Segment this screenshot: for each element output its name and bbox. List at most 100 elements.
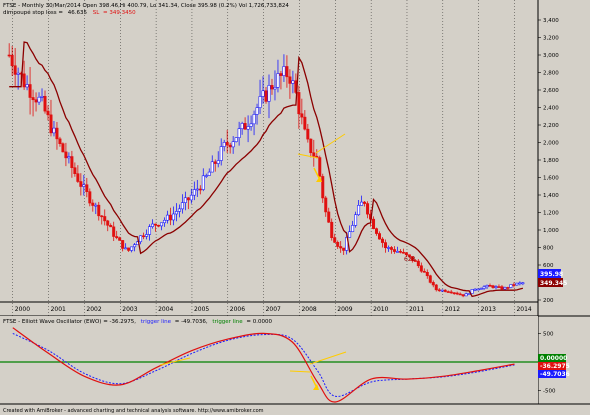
candle-body — [470, 289, 474, 294]
candle-body — [318, 157, 322, 177]
candle-body — [168, 214, 172, 221]
y-tick-label: 3,400 — [543, 18, 559, 24]
y-tick-label: 2,400 — [543, 106, 559, 112]
candle-body — [321, 176, 325, 199]
candle-body — [124, 247, 128, 250]
candle-body — [431, 282, 435, 286]
zero-tag-text: 0.00000 — [540, 355, 567, 362]
candle-body — [207, 171, 211, 176]
oscillator-panel[interactable] — [0, 316, 538, 404]
candle-body — [500, 286, 504, 290]
candle-body — [243, 123, 247, 130]
candle-body — [46, 110, 50, 116]
last-price-tag-text: 395.98 — [540, 271, 563, 278]
candle-body — [177, 208, 181, 212]
candle-body — [464, 293, 468, 297]
candle-body — [28, 84, 32, 98]
candle-body — [228, 144, 232, 148]
x-axis-labels: 2000 2001 2002 2003 2004 2005 2006 2007 2008 2009… — [15, 306, 532, 313]
candle-body — [276, 73, 280, 88]
candle-body — [165, 214, 169, 221]
candle-body — [378, 233, 382, 240]
fib-annotation-628: 628 — [404, 256, 416, 263]
candle-body — [375, 228, 379, 234]
oscillator-header: FTSE - Elliott Wave Oscillator (EWO) = -… — [3, 319, 272, 325]
candle-body — [401, 251, 405, 254]
candle-body — [133, 244, 137, 248]
candle-body — [213, 161, 217, 164]
candle-body — [392, 249, 396, 252]
candle-body — [174, 211, 178, 215]
candle-body — [506, 287, 510, 289]
candle-body — [279, 73, 283, 76]
candle-body — [142, 235, 146, 238]
candle-body — [303, 116, 307, 130]
y-tick-label: 2,000 — [543, 141, 559, 147]
candle-body — [154, 223, 158, 226]
candle-body — [440, 289, 444, 292]
candle-body — [324, 197, 328, 213]
candle-body — [297, 92, 301, 115]
candle-body — [515, 282, 519, 286]
candle-body — [139, 235, 143, 243]
candle-body — [360, 201, 364, 206]
candle-body — [494, 286, 498, 288]
candle-body — [234, 137, 238, 143]
candle-body — [354, 214, 358, 226]
candle-body — [330, 221, 334, 238]
candle-body — [85, 184, 89, 192]
candle-body — [434, 284, 438, 291]
x-tick-label: 2014 — [516, 306, 531, 313]
candle-body — [395, 251, 399, 253]
candle-body — [282, 66, 286, 76]
chart-canvas[interactable]: 3,400 3,200 3,000 2,800 2,600 2,400 2,200 2,000… — [0, 0, 590, 415]
candle-body — [156, 224, 160, 227]
candle-body — [118, 237, 122, 241]
candle-body — [512, 284, 516, 286]
candle-body — [288, 76, 292, 84]
candle-body — [246, 126, 250, 130]
candle-body — [240, 123, 244, 130]
candle-body — [518, 282, 522, 285]
candle-body — [162, 219, 166, 224]
x-tick-label: 2008 — [301, 306, 316, 313]
candle-body — [443, 289, 447, 292]
y-tick-label: 3,000 — [543, 53, 559, 59]
candle-body — [67, 156, 71, 159]
candle-body — [130, 246, 134, 251]
y-tick-label: 600 — [543, 263, 554, 269]
candle-body — [425, 272, 429, 277]
candle-body — [357, 205, 361, 216]
candle-body — [73, 167, 77, 174]
trigger-tag-text: -49.7036 — [540, 371, 570, 378]
candle-body — [55, 127, 59, 140]
candle-body — [183, 197, 187, 203]
candle-body — [76, 173, 80, 182]
x-tick-label: 2010 — [373, 306, 388, 313]
candle-body — [49, 114, 53, 134]
candle-body — [127, 247, 131, 251]
price-panel[interactable] — [0, 0, 590, 302]
candle-body — [509, 284, 513, 288]
candle-body — [309, 138, 313, 154]
candle-body — [342, 247, 346, 251]
y-tick-label: 1,200 — [543, 211, 559, 217]
candle-body — [473, 288, 477, 291]
candle-body — [52, 127, 56, 134]
candle-body — [428, 275, 432, 283]
candle-body — [195, 188, 199, 191]
x-tick-label: 2013 — [481, 306, 496, 313]
footer-credit: Created with AmiBroker - advanced charti… — [3, 408, 264, 414]
candle-body — [312, 152, 316, 157]
candle-body — [363, 201, 367, 204]
candle-body — [64, 151, 68, 159]
candle-body — [422, 270, 426, 273]
candle-body — [94, 204, 98, 207]
candle-body — [270, 85, 274, 90]
y-tick-label: 200 — [543, 298, 554, 304]
candle-body — [482, 286, 486, 289]
candle-body — [416, 260, 420, 267]
candle-body — [503, 287, 507, 290]
candle-body — [180, 202, 184, 210]
candle-body — [43, 96, 47, 112]
